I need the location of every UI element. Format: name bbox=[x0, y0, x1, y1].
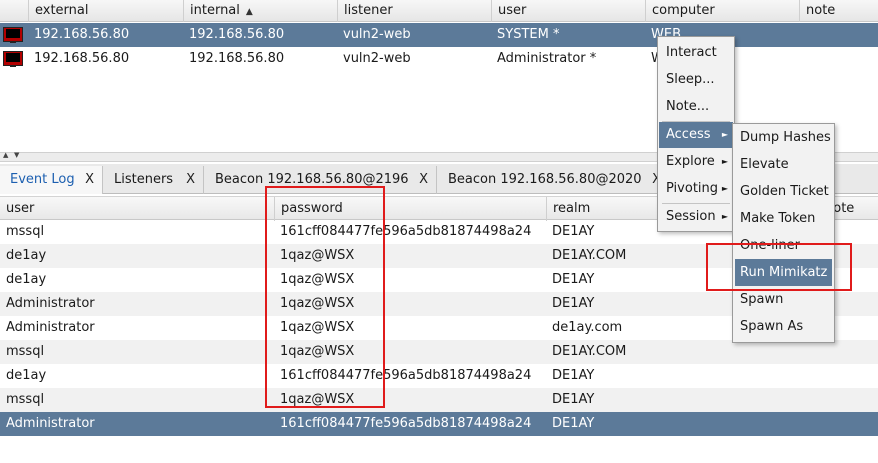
cred-user: de1ay bbox=[6, 272, 47, 287]
monitor-icon bbox=[2, 26, 24, 43]
cred-user: mssql bbox=[6, 392, 45, 407]
table-row[interactable]: de1ay 161cff084477fe596a5db81874498a24 D… bbox=[0, 364, 878, 388]
submenu-item-golden-ticket[interactable]: Golden Ticket bbox=[735, 178, 832, 205]
beacon-internal: 192.168.56.80 bbox=[189, 27, 285, 42]
cred-user: de1ay bbox=[6, 368, 47, 383]
cred-user: mssql bbox=[6, 344, 45, 359]
cred-user: Administrator bbox=[6, 416, 95, 431]
column-header-external[interactable]: external bbox=[28, 0, 183, 22]
cred-realm: DE1AY bbox=[552, 272, 595, 287]
column-header-user[interactable]: user bbox=[491, 0, 645, 22]
column-header-internal[interactable]: internal ▲ bbox=[183, 0, 337, 22]
close-tab-icon[interactable]: X bbox=[186, 166, 195, 194]
beacon-listener: vuln2-web bbox=[343, 27, 411, 42]
collapse-down-icon[interactable]: ▼ bbox=[14, 151, 19, 159]
close-tab-icon[interactable]: X bbox=[419, 166, 428, 194]
tab-beacon-2020[interactable]: Beacon 192.168.56.80@2020 X bbox=[438, 166, 670, 194]
cred-user: Administrator bbox=[6, 296, 95, 311]
cred-realm: DE1AY bbox=[552, 392, 595, 407]
password-highlight-box bbox=[265, 186, 385, 408]
column-header-note[interactable]: note bbox=[799, 0, 878, 22]
beacon-listener: vuln2-web bbox=[343, 51, 411, 66]
beacon-table-header: external internal ▲ listener user compute… bbox=[0, 0, 878, 22]
tab-event-log[interactable]: Event Log X bbox=[0, 166, 103, 194]
submenu-arrow-icon: ► bbox=[721, 212, 728, 221]
cred-password: 161cff084477fe596a5db81874498a24 bbox=[280, 416, 532, 431]
menu-item-sleep[interactable]: Sleep... bbox=[659, 67, 733, 93]
table-row[interactable]: Administrator 161cff084477fe596a5db81874… bbox=[0, 412, 878, 436]
beacon-user: SYSTEM * bbox=[497, 27, 560, 42]
menu-item-note[interactable]: Note... bbox=[659, 94, 733, 120]
menu-item-explore[interactable]: Explore ► bbox=[659, 149, 733, 175]
cred-user: Administrator bbox=[6, 320, 95, 335]
tab-listeners[interactable]: Listeners X bbox=[104, 166, 204, 194]
monitor-icon bbox=[2, 50, 24, 67]
submenu-arrow-icon: ► bbox=[721, 130, 728, 139]
beacon-row[interactable]: 192.168.56.80 192.168.56.80 vuln2-web SY… bbox=[0, 23, 878, 47]
submenu-arrow-icon: ► bbox=[721, 157, 728, 166]
menu-item-access[interactable]: Access ► bbox=[659, 122, 733, 148]
table-row[interactable]: mssql 1qaz@WSX DE1AY bbox=[0, 388, 878, 412]
access-submenu: Dump Hashes Elevate Golden Ticket Make T… bbox=[732, 123, 835, 343]
menu-item-pivoting[interactable]: Pivoting ► bbox=[659, 176, 733, 202]
table-row[interactable]: mssql 1qaz@WSX DE1AY.COM bbox=[0, 340, 878, 364]
submenu-item-spawn-as[interactable]: Spawn As bbox=[735, 313, 832, 340]
cred-realm: DE1AY bbox=[552, 416, 595, 431]
submenu-item-dump-hashes[interactable]: Dump Hashes bbox=[735, 124, 832, 151]
icon-column-header[interactable] bbox=[0, 0, 28, 22]
submenu-arrow-icon: ► bbox=[721, 184, 728, 193]
cred-realm: DE1AY bbox=[552, 296, 595, 311]
beacon-internal: 192.168.56.80 bbox=[189, 51, 285, 66]
cred-realm: DE1AY bbox=[552, 224, 595, 239]
cred-realm: DE1AY bbox=[552, 368, 595, 383]
close-tab-icon[interactable]: X bbox=[85, 166, 94, 194]
beacon-row[interactable]: 192.168.56.80 192.168.56.80 vuln2-web Ad… bbox=[0, 47, 878, 71]
mimikatz-highlight-box bbox=[706, 243, 852, 291]
cred-realm: DE1AY.COM bbox=[552, 248, 627, 263]
menu-item-session[interactable]: Session ► bbox=[659, 204, 733, 230]
cred-user: mssql bbox=[6, 224, 45, 239]
beacon-context-menu: Interact Sleep... Note... Access ► Explo… bbox=[657, 36, 735, 232]
submenu-item-elevate[interactable]: Elevate bbox=[735, 151, 832, 178]
beacon-external: 192.168.56.80 bbox=[34, 51, 130, 66]
collapse-up-icon[interactable]: ▲ bbox=[3, 151, 8, 159]
cred-user: de1ay bbox=[6, 248, 47, 263]
column-header-user[interactable]: user bbox=[0, 197, 274, 221]
beacon-external: 192.168.56.80 bbox=[34, 27, 130, 42]
beacon-user: Administrator * bbox=[497, 51, 597, 66]
submenu-item-make-token[interactable]: Make Token bbox=[735, 205, 832, 232]
column-header-computer[interactable]: computer bbox=[645, 0, 799, 22]
column-header-listener[interactable]: listener bbox=[337, 0, 491, 22]
cred-realm: de1ay.com bbox=[552, 320, 623, 335]
sort-ascending-icon: ▲ bbox=[245, 7, 253, 17]
cred-realm: DE1AY.COM bbox=[552, 344, 627, 359]
menu-item-interact[interactable]: Interact bbox=[659, 40, 733, 66]
